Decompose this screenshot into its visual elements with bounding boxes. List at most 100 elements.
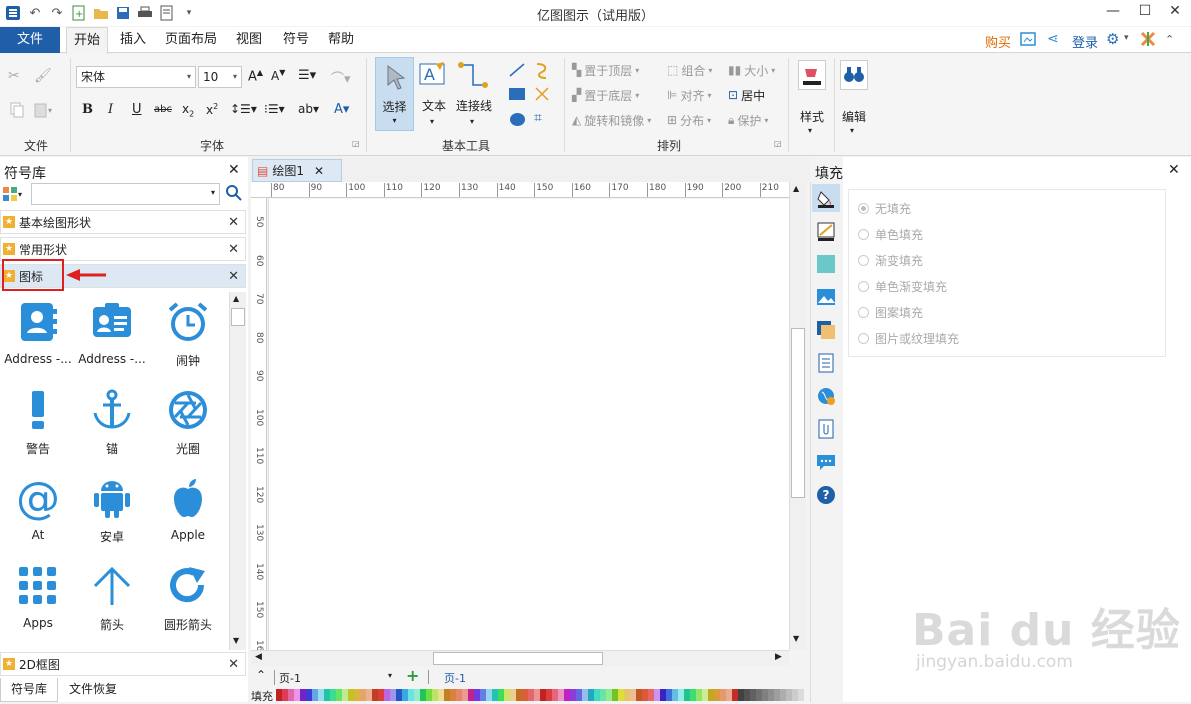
- color-palette[interactable]: [276, 689, 806, 701]
- canvas-vertical-scrollbar[interactable]: ▲ ▼: [789, 182, 806, 650]
- arc-tool-icon[interactable]: [534, 61, 550, 82]
- text-align-icon[interactable]: ☰▾: [298, 68, 316, 83]
- page-tab[interactable]: 页-1: [444, 670, 466, 686]
- edit-label[interactable]: 编辑: [836, 108, 872, 125]
- scroll-up-icon[interactable]: ▲: [233, 294, 239, 303]
- rotate-mirror-button[interactable]: ◭ 旋转和镜像 ▾: [572, 110, 651, 130]
- text-path-icon[interactable]: ⌒▾: [331, 68, 351, 87]
- shape-warning[interactable]: 警告: [0, 380, 76, 466]
- font-dialog-launcher-icon[interactable]: ◲: [352, 139, 360, 148]
- size-button[interactable]: ▮▮ 大小 ▾: [728, 60, 775, 80]
- style-label[interactable]: 样式: [794, 108, 830, 125]
- group-button[interactable]: ⬚ 组合 ▾: [667, 60, 712, 80]
- fill-option-none[interactable]: 无填充: [858, 195, 959, 221]
- font-name-select[interactable]: 宋体 ▾: [76, 66, 196, 88]
- distribute-button[interactable]: ⊞ 分布 ▾: [667, 110, 711, 130]
- fill-option-solid[interactable]: 单色填充: [858, 221, 959, 247]
- shape-android[interactable]: 安卓: [74, 468, 150, 554]
- scroll-down-icon[interactable]: ▼: [793, 634, 799, 643]
- add-page-icon[interactable]: +: [406, 666, 419, 685]
- scrollbar-thumb[interactable]: [791, 328, 805, 498]
- comment-icon[interactable]: [812, 448, 840, 476]
- scroll-left-icon[interactable]: ◀: [255, 652, 262, 662]
- category-2d-block[interactable]: ★ 2D框图 ✕: [0, 652, 246, 676]
- tab-help[interactable]: 帮助: [322, 27, 360, 54]
- superscript-icon[interactable]: x2: [206, 102, 218, 117]
- page-select[interactable]: 页-1 ▾: [274, 670, 396, 685]
- search-icon[interactable]: [226, 185, 242, 204]
- maximize-icon[interactable]: ☐: [1130, 0, 1160, 24]
- close-icon[interactable]: ✕: [228, 657, 239, 672]
- line-style-icon[interactable]: [812, 217, 840, 245]
- attachment-icon[interactable]: [812, 415, 840, 443]
- shape-at[interactable]: @ At: [0, 468, 76, 554]
- bring-to-front-button[interactable]: ▚ 置于顶层 ▾: [572, 60, 639, 80]
- shape-apps[interactable]: Apps: [0, 556, 76, 642]
- chevron-down-icon[interactable]: ▾: [430, 117, 434, 126]
- font-size-select[interactable]: 10 ▾: [198, 66, 242, 88]
- shape-address-card[interactable]: Address -...: [74, 292, 150, 378]
- fill-option-picture[interactable]: 图片或纹理填充: [858, 325, 959, 351]
- paste-icon[interactable]: ▾: [34, 102, 54, 121]
- tab-insert[interactable]: 插入: [114, 27, 152, 54]
- scroll-down-icon[interactable]: ▼: [233, 636, 239, 645]
- image-icon[interactable]: [812, 283, 840, 311]
- tab-symbol-library[interactable]: 符号库: [0, 678, 58, 702]
- chevron-down-icon[interactable]: ▾: [808, 126, 812, 135]
- pen-tool-icon[interactable]: [534, 86, 550, 105]
- fill-option-pattern[interactable]: 图案填充: [858, 299, 959, 325]
- close-library-icon[interactable]: ✕: [228, 162, 240, 178]
- library-grid-icon[interactable]: [2, 186, 18, 205]
- minimize-icon[interactable]: —: [1098, 0, 1128, 24]
- chevron-down-icon[interactable]: ▾: [18, 190, 22, 199]
- tab-home[interactable]: 开始: [66, 27, 108, 54]
- login-link[interactable]: 登录: [1072, 32, 1098, 51]
- line-spacing-icon[interactable]: ↕☰▾: [230, 102, 257, 116]
- shrink-font-icon[interactable]: A▼: [271, 68, 285, 83]
- layers-icon[interactable]: [812, 316, 840, 344]
- file-menu[interactable]: 文件: [0, 27, 60, 53]
- library-scrollbar[interactable]: ▲ ▼: [229, 292, 246, 650]
- highlight-icon[interactable]: ab▾: [298, 102, 319, 116]
- color-swatch[interactable]: [798, 689, 804, 701]
- shape-alarm-clock[interactable]: 闹钟: [150, 292, 226, 378]
- text-tool-label[interactable]: 文本: [416, 97, 452, 114]
- share-icon[interactable]: ⋖: [1047, 31, 1059, 47]
- tab-symbol[interactable]: 符号: [277, 27, 315, 54]
- strikethrough-icon[interactable]: abc: [154, 104, 172, 115]
- bold-icon[interactable]: B: [82, 102, 93, 117]
- text-tool-icon[interactable]: A: [418, 60, 448, 91]
- close-tab-icon[interactable]: ✕: [314, 164, 324, 178]
- document-tab[interactable]: ▤ 绘图1 ✕: [252, 159, 342, 182]
- chevron-down-icon[interactable]: ▾: [470, 117, 474, 126]
- hyperlink-globe-icon[interactable]: [812, 382, 840, 410]
- connector-tool-icon[interactable]: [456, 60, 490, 95]
- center-button[interactable]: ⊡ 居中: [728, 85, 765, 105]
- protect-button[interactable]: 🔒︎ 保护 ▾: [728, 110, 768, 130]
- screenshot-icon[interactable]: [1020, 31, 1036, 50]
- underline-icon[interactable]: U: [132, 102, 142, 117]
- canvas-horizontal-scrollbar[interactable]: ◀ ▶: [251, 650, 789, 666]
- shape-aperture[interactable]: 光圈: [150, 380, 226, 466]
- settings-chevron-down-icon[interactable]: ▾: [1124, 33, 1129, 43]
- category-common-shapes[interactable]: ★ 常用形状 ✕: [0, 237, 246, 261]
- close-icon[interactable]: ✕: [228, 269, 239, 284]
- cut-icon[interactable]: ✂: [8, 68, 20, 84]
- scroll-right-icon[interactable]: ▶: [775, 652, 782, 662]
- find-binoculars-icon[interactable]: [840, 60, 868, 90]
- tab-file-recovery[interactable]: 文件恢复: [58, 678, 128, 702]
- font-color-icon[interactable]: A▾: [334, 102, 349, 117]
- close-window-icon[interactable]: ✕: [1160, 0, 1190, 24]
- shape-arrow[interactable]: 箭头: [74, 556, 150, 642]
- fill-bucket-icon[interactable]: [812, 184, 840, 212]
- scrollbar-thumb[interactable]: [231, 308, 245, 326]
- style-icon[interactable]: [798, 60, 826, 90]
- ellipse-tool-icon[interactable]: [510, 113, 525, 126]
- buy-link[interactable]: 购买: [985, 32, 1011, 51]
- category-basic-shapes[interactable]: ★ 基本绘图形状 ✕: [0, 210, 246, 234]
- page-nav-up-icon[interactable]: ⌃: [256, 668, 266, 682]
- tab-page-layout[interactable]: 页面布局: [160, 27, 222, 54]
- scrollbar-thumb[interactable]: [433, 652, 603, 665]
- arrange-dialog-launcher-icon[interactable]: ◲: [774, 139, 782, 148]
- shape-address-book[interactable]: Address -...: [0, 292, 76, 378]
